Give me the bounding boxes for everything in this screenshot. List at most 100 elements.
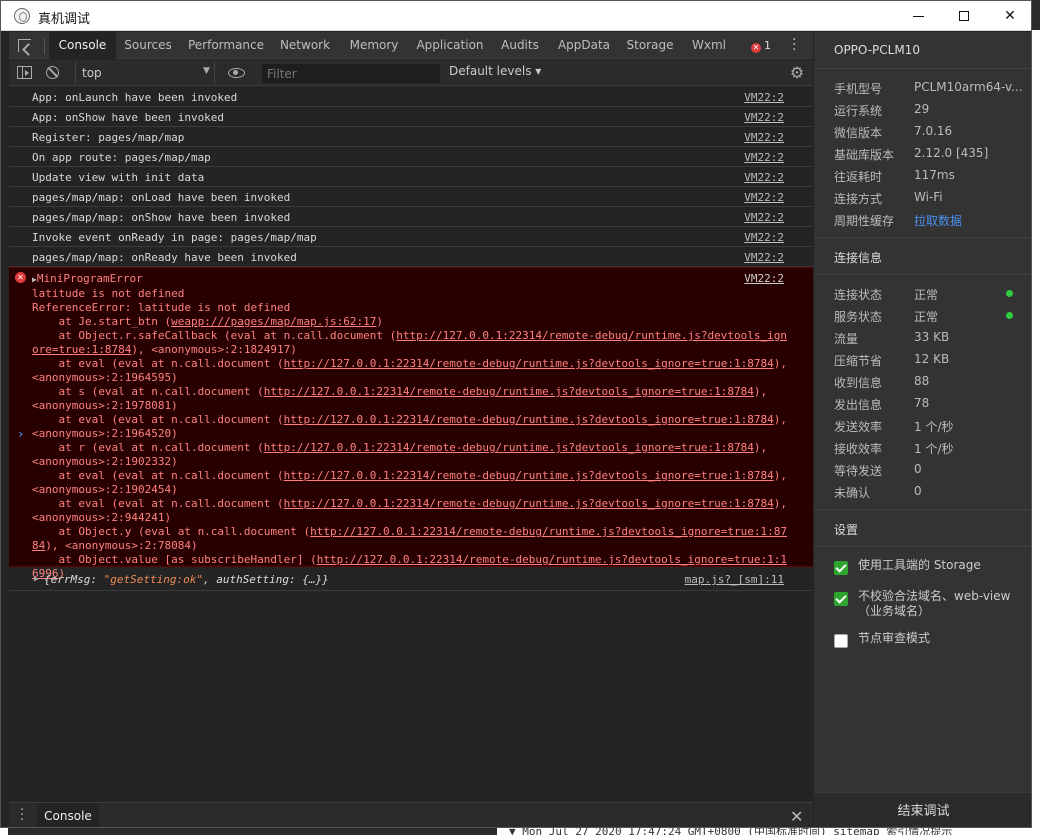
- filter-input[interactable]: [262, 64, 440, 83]
- source-link[interactable]: VM22:2: [744, 191, 784, 204]
- error-count: 1: [764, 39, 771, 52]
- skip-domain-check-checkbox[interactable]: [834, 592, 848, 606]
- stack-frame: ),: [773, 413, 787, 426]
- tab-appdata[interactable]: AppData: [555, 32, 613, 59]
- stack-link[interactable]: ore=true:1:8784: [32, 343, 131, 356]
- info-label: 微信版本: [834, 126, 883, 140]
- conn-label: 等待发送: [834, 464, 883, 478]
- console-message: Invoke event onReady in page: pages/map/…: [9, 227, 813, 247]
- stack-frame: ),: [773, 497, 787, 510]
- source-link[interactable]: VM22:2: [744, 171, 784, 184]
- devtools-tab-bar: Console Sources Performance Network Memo…: [9, 32, 813, 59]
- show-sidebar-icon[interactable]: [17, 66, 32, 79]
- console-message: pages/map/map: onShow have been invoked V…: [9, 207, 813, 227]
- stack-link[interactable]: http://127.0.0.1:22314/remote-debug/runt…: [396, 329, 787, 342]
- divider: [814, 274, 1031, 275]
- skip-domain-check-label[interactable]: 不校验合法域名、web-view（业务域名）: [858, 589, 1023, 619]
- live-expression-eye-icon[interactable]: [228, 68, 245, 78]
- tab-sources[interactable]: Sources: [121, 32, 175, 59]
- error-title[interactable]: MiniProgramError: [37, 272, 143, 285]
- error-count-badge[interactable]: ✕ 1: [751, 32, 771, 59]
- tab-storage[interactable]: Storage: [623, 32, 677, 59]
- stack-link[interactable]: http://127.0.0.1:22314/remote-debug/runt…: [264, 441, 754, 454]
- node-inspect-checkbox[interactable]: [834, 634, 848, 648]
- info-label: 运行系统: [834, 104, 883, 118]
- object-rest: , authSetting: {…}}: [202, 573, 329, 586]
- console-message: App: onShow have been invoked VM22:2: [9, 107, 813, 127]
- stack-frame: ),: [753, 385, 768, 398]
- source-link[interactable]: VM22:2: [744, 251, 784, 264]
- tab-audits[interactable]: Audits: [497, 32, 543, 59]
- maximize-button[interactable]: [941, 1, 987, 31]
- console-message: Register: pages/map/map VM22:2: [9, 127, 813, 147]
- stack-frame: ),: [753, 441, 768, 454]
- close-drawer-icon[interactable]: ✕: [790, 807, 803, 826]
- conn-value: 33 KB: [914, 330, 950, 344]
- log-levels-dropdown[interactable]: Default levels ▾: [449, 64, 541, 78]
- source-link[interactable]: map.js?_[sm]:11: [685, 573, 784, 586]
- node-inspect-label[interactable]: 节点审查模式: [858, 631, 1023, 646]
- console-prompt-icon[interactable]: ›: [17, 427, 24, 441]
- tab-wxml[interactable]: Wxml: [689, 32, 729, 59]
- tab-console[interactable]: Console: [49, 32, 116, 59]
- tab-network[interactable]: Network: [277, 32, 333, 59]
- object-preview[interactable]: {errMsg: "getSetting:ok", authSetting: {…: [44, 573, 329, 586]
- stack-link[interactable]: http://127.0.0.1:22314/remote-debug/runt…: [264, 385, 754, 398]
- stack-link[interactable]: http://127.0.0.1:22314/remote-debug/runt…: [284, 497, 774, 510]
- stack-frame: at eval (eval at n.call.document (: [32, 357, 284, 370]
- storage-checkbox[interactable]: [834, 561, 848, 575]
- stack-link[interactable]: weapp:///pages/map/map.js:62:17: [171, 315, 376, 328]
- conn-label: 发出信息: [834, 398, 883, 412]
- stack-link[interactable]: http://127.0.0.1:22314/remote-debug/runt…: [310, 525, 787, 538]
- source-link[interactable]: VM22:2: [744, 111, 784, 124]
- conn-label: 发送效率: [834, 420, 883, 434]
- info-label: 手机型号: [834, 82, 883, 96]
- source-link[interactable]: VM22:2: [744, 211, 784, 224]
- tab-application[interactable]: Application: [413, 32, 487, 59]
- minimize-button[interactable]: [895, 1, 941, 31]
- tab-memory[interactable]: Memory: [345, 32, 403, 59]
- pull-data-link[interactable]: 拉取数据: [914, 212, 962, 229]
- object-log-row[interactable]: ▶ {errMsg: "getSetting:ok", authSetting:…: [9, 567, 813, 591]
- context-label: top: [82, 66, 102, 80]
- end-debug-button[interactable]: 结束调试: [814, 792, 1031, 827]
- expand-triangle-icon[interactable]: ▶: [34, 574, 39, 583]
- stack-link[interactable]: http://127.0.0.1:22314/remote-debug/runt…: [284, 413, 774, 426]
- message-text: Invoke event onReady in page: pages/map/…: [32, 231, 317, 244]
- source-link[interactable]: VM22:2: [744, 91, 784, 104]
- close-button[interactable]: ✕: [987, 1, 1031, 31]
- title-bar[interactable]: 真机调试 ✕: [1, 1, 1031, 31]
- status-ok-dot-icon: [1006, 312, 1013, 319]
- error-stack: ▶ MiniProgramError latitude is not define…: [32, 272, 787, 581]
- window-title: 真机调试: [38, 12, 91, 27]
- stack-link[interactable]: http://127.0.0.1:22314/remote-debug/runt…: [284, 357, 774, 370]
- inspect-element-icon[interactable]: [18, 39, 31, 52]
- source-link[interactable]: VM22:2: [744, 151, 784, 164]
- conn-label: 压缩节省: [834, 354, 883, 368]
- tab-performance[interactable]: Performance: [187, 32, 265, 59]
- conn-value: 正常: [914, 288, 939, 302]
- context-selector[interactable]: top ▼: [75, 62, 215, 84]
- stack-frame: at Object.value [as subscribeHandler] (: [32, 553, 317, 566]
- clear-console-icon[interactable]: [46, 66, 59, 79]
- stack-link[interactable]: http://127.0.0.1:22314/remote-debug/runt…: [284, 469, 774, 482]
- more-options-icon[interactable]: · · ·: [792, 33, 796, 57]
- conn-label: 服务状态: [834, 310, 883, 324]
- stack-frame: ), <anonymous>:2:1824917): [131, 343, 297, 356]
- source-link[interactable]: VM22:2: [744, 231, 784, 244]
- source-link[interactable]: VM22:2: [744, 131, 784, 144]
- error-message: ✕ VM22:2 ▶MiniProgramError latitude is n…: [9, 267, 813, 580]
- drawer-menu-icon[interactable]: · · ·: [20, 804, 24, 827]
- gear-icon[interactable]: ⚙: [789, 65, 805, 81]
- stack-frame: <anonymous>:2:1978081): [32, 399, 178, 412]
- stack-link[interactable]: 84: [32, 539, 45, 552]
- storage-checkbox-label[interactable]: 使用工具端的 Storage: [858, 558, 1023, 573]
- stack-link[interactable]: http://127.0.0.1:22314/remote-debug/runt…: [317, 553, 787, 566]
- app-icon: [14, 8, 30, 24]
- conn-value: 88: [914, 374, 930, 388]
- dropdown-arrow-icon: ▼: [203, 66, 210, 76]
- conn-label: 接收效率: [834, 442, 883, 456]
- status-ok-dot-icon: [1006, 290, 1013, 297]
- drawer-tab-console[interactable]: Console: [37, 803, 99, 827]
- console-output: App: onLaunch have been invoked VM22:2 Ap…: [9, 87, 813, 802]
